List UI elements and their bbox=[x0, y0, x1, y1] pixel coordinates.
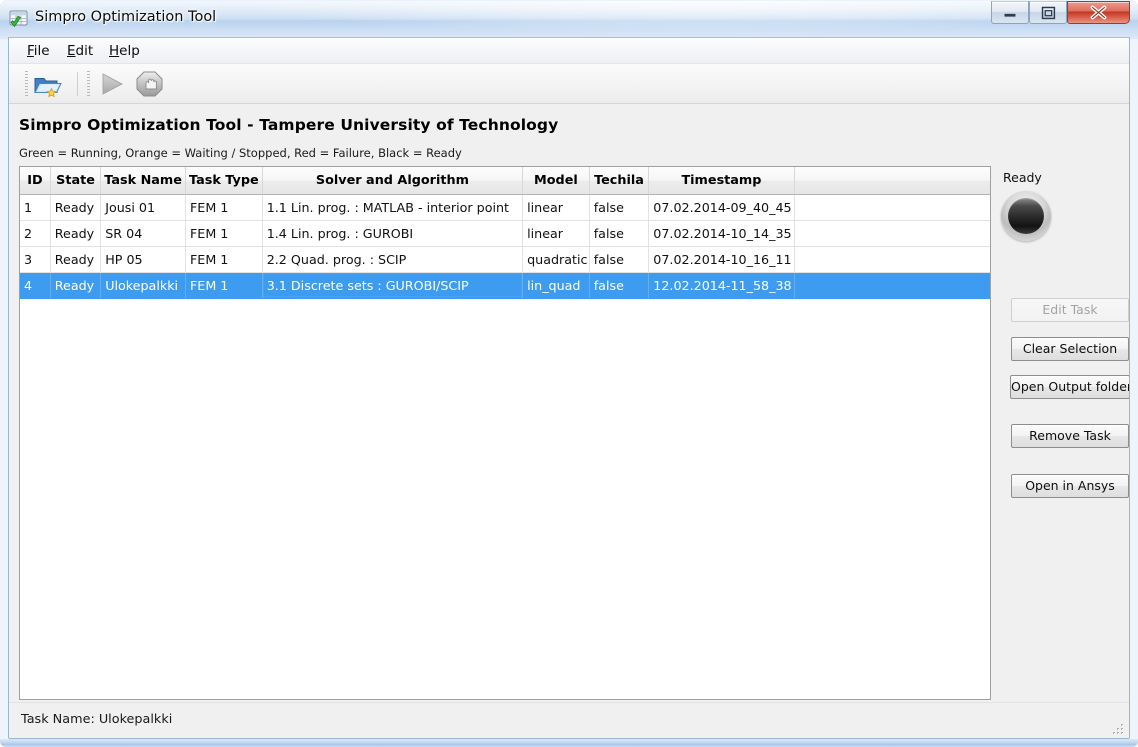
cell-task-name[interactable]: Jousi 01 bbox=[100, 194, 186, 221]
toolbar-separator bbox=[77, 72, 78, 96]
spreadsheet-check-icon bbox=[8, 8, 30, 30]
cell-state[interactable]: Ready bbox=[50, 220, 102, 247]
edit-task-button[interactable]: Edit Task bbox=[1011, 298, 1129, 322]
task-table-body: 1 Ready Jousi 01 FEM 1 1.1 Lin. prog. : MATL… bbox=[20, 194, 990, 299]
open-output-folder-button[interactable]: Open Output folder bbox=[1010, 375, 1129, 399]
cell-techila[interactable]: false bbox=[589, 194, 650, 221]
cell-state[interactable]: Ready bbox=[50, 246, 102, 273]
column-header-model[interactable]: Model bbox=[522, 167, 590, 195]
cell-task-name[interactable]: SR 04 bbox=[100, 220, 186, 247]
column-header-techila[interactable]: Techila bbox=[589, 167, 650, 195]
minimize-button[interactable] bbox=[991, 1, 1029, 24]
window-title: Simpro Optimization Tool bbox=[35, 9, 217, 25]
status-led-indicator bbox=[1001, 191, 1051, 241]
close-button[interactable] bbox=[1067, 1, 1130, 24]
status-bar: Task Name: Ulokepalkki bbox=[9, 702, 1129, 738]
column-header-task-name[interactable]: Task Name bbox=[100, 167, 186, 195]
cell-blank[interactable] bbox=[794, 246, 990, 273]
open-in-ansys-button[interactable]: Open in Ansys bbox=[1011, 474, 1129, 498]
cell-task-type[interactable]: FEM 1 bbox=[185, 272, 263, 299]
maximize-button[interactable] bbox=[1029, 1, 1067, 24]
run-icon[interactable] bbox=[97, 70, 127, 98]
column-header-task-type[interactable]: Task Type bbox=[185, 167, 263, 195]
cell-timestamp[interactable]: 07.02.2014-09_40_45 bbox=[648, 194, 795, 221]
column-header-solver[interactable]: Solver and Algorithm bbox=[262, 167, 524, 195]
page-title: Simpro Optimization Tool - Tampere Unive… bbox=[19, 116, 559, 134]
column-header-blank[interactable] bbox=[794, 167, 990, 195]
legend-text: Green = Running, Orange = Waiting / Stop… bbox=[19, 146, 462, 160]
cell-blank[interactable] bbox=[794, 220, 990, 247]
resize-grip[interactable] bbox=[1111, 721, 1125, 735]
toolbar-grip-right[interactable] bbox=[87, 71, 90, 97]
task-table-panel: ID State Task Name Task Type Solver and … bbox=[19, 166, 991, 700]
cell-techila[interactable]: false bbox=[589, 246, 650, 273]
side-panel: Ready Edit Task Clear Selection Open Out… bbox=[1001, 166, 1129, 700]
cell-id[interactable]: 4 bbox=[20, 272, 51, 299]
cell-blank[interactable] bbox=[794, 272, 990, 299]
menu-file-mnemonic: F bbox=[27, 43, 34, 59]
cell-task-type[interactable]: FEM 1 bbox=[185, 246, 263, 273]
table-row[interactable]: 1 Ready Jousi 01 FEM 1 1.1 Lin. prog. : MATL… bbox=[20, 194, 990, 221]
cell-solver[interactable]: 2.2 Quad. prog. : SCIP bbox=[262, 246, 524, 273]
cell-techila[interactable]: false bbox=[589, 272, 650, 299]
menu-bar: File Edit Help bbox=[9, 38, 1129, 64]
cell-techila[interactable]: false bbox=[589, 220, 650, 247]
column-header-id[interactable]: ID bbox=[20, 167, 51, 195]
cell-model[interactable]: quadratic bbox=[522, 246, 590, 273]
cell-timestamp[interactable]: 07.02.2014-10_14_35 bbox=[648, 220, 795, 247]
toolbar-grip-left[interactable] bbox=[25, 71, 28, 97]
status-label: Ready bbox=[1003, 170, 1042, 185]
menu-file-rest: ile bbox=[33, 43, 50, 59]
cell-timestamp[interactable]: 12.02.2014-11_58_38 bbox=[648, 272, 795, 299]
menu-edit-mnemonic: E bbox=[67, 43, 76, 59]
application-window: Simpro Optimization Tool File Edit Help … bbox=[0, 0, 1138, 747]
status-bar-text: Task Name: Ulokepalkki bbox=[21, 712, 173, 727]
window-frame-bottom bbox=[0, 739, 1138, 747]
clear-selection-button[interactable]: Clear Selection bbox=[1011, 337, 1129, 361]
cell-state[interactable]: Ready bbox=[50, 272, 102, 299]
table-header-row: ID State Task Name Task Type Solver and … bbox=[20, 167, 990, 195]
cell-task-name[interactable]: Ulokepalkki bbox=[100, 272, 186, 299]
toolbar bbox=[9, 64, 1129, 104]
task-table: ID State Task Name Task Type Solver and … bbox=[20, 167, 990, 299]
cell-solver[interactable]: 3.1 Discrete sets : GUROBI/SCIP bbox=[262, 272, 524, 299]
cell-model[interactable]: linear bbox=[522, 194, 590, 221]
cell-task-type[interactable]: FEM 1 bbox=[185, 220, 263, 247]
cell-id[interactable]: 1 bbox=[20, 194, 51, 221]
cell-id[interactable]: 3 bbox=[20, 246, 51, 273]
cell-task-name[interactable]: HP 05 bbox=[100, 246, 186, 273]
table-row[interactable]: 4 Ready Ulokepalkki FEM 1 3.1 Discrete sets … bbox=[20, 272, 990, 299]
menu-help-rest: elp bbox=[119, 43, 140, 59]
cell-task-type[interactable]: FEM 1 bbox=[185, 194, 263, 221]
column-header-timestamp[interactable]: Timestamp bbox=[648, 167, 795, 195]
stop-icon[interactable] bbox=[135, 70, 165, 98]
cell-blank[interactable] bbox=[794, 194, 990, 221]
column-header-state[interactable]: State bbox=[50, 167, 102, 195]
cell-model[interactable]: linear bbox=[522, 220, 590, 247]
menu-item-help[interactable]: Help bbox=[103, 42, 146, 60]
cell-state[interactable]: Ready bbox=[50, 194, 102, 221]
cell-timestamp[interactable]: 07.02.2014-10_16_11 bbox=[648, 246, 795, 273]
table-row[interactable]: 3 Ready HP 05 FEM 1 2.2 Quad. prog. : SCIP qu… bbox=[20, 246, 990, 273]
remove-task-button[interactable]: Remove Task bbox=[1011, 424, 1129, 448]
client-area: File Edit Help Simpro Optimization Tool … bbox=[8, 37, 1130, 739]
cell-id[interactable]: 2 bbox=[20, 220, 51, 247]
cell-solver[interactable]: 1.4 Lin. prog. : GUROBI bbox=[262, 220, 524, 247]
cell-solver[interactable]: 1.1 Lin. prog. : MATLAB - interior point bbox=[262, 194, 524, 221]
menu-help-mnemonic: H bbox=[109, 43, 120, 59]
menu-item-file[interactable]: File bbox=[21, 42, 56, 60]
cell-model[interactable]: lin_quad bbox=[522, 272, 590, 299]
menu-edit-rest: dit bbox=[75, 43, 94, 59]
task-table-header: ID State Task Name Task Type Solver and … bbox=[20, 167, 990, 195]
table-row[interactable]: 2 Ready SR 04 FEM 1 1.4 Lin. prog. : GUROBI l… bbox=[20, 220, 990, 247]
menu-item-edit[interactable]: Edit bbox=[61, 42, 99, 60]
open-project-icon[interactable] bbox=[33, 70, 63, 98]
